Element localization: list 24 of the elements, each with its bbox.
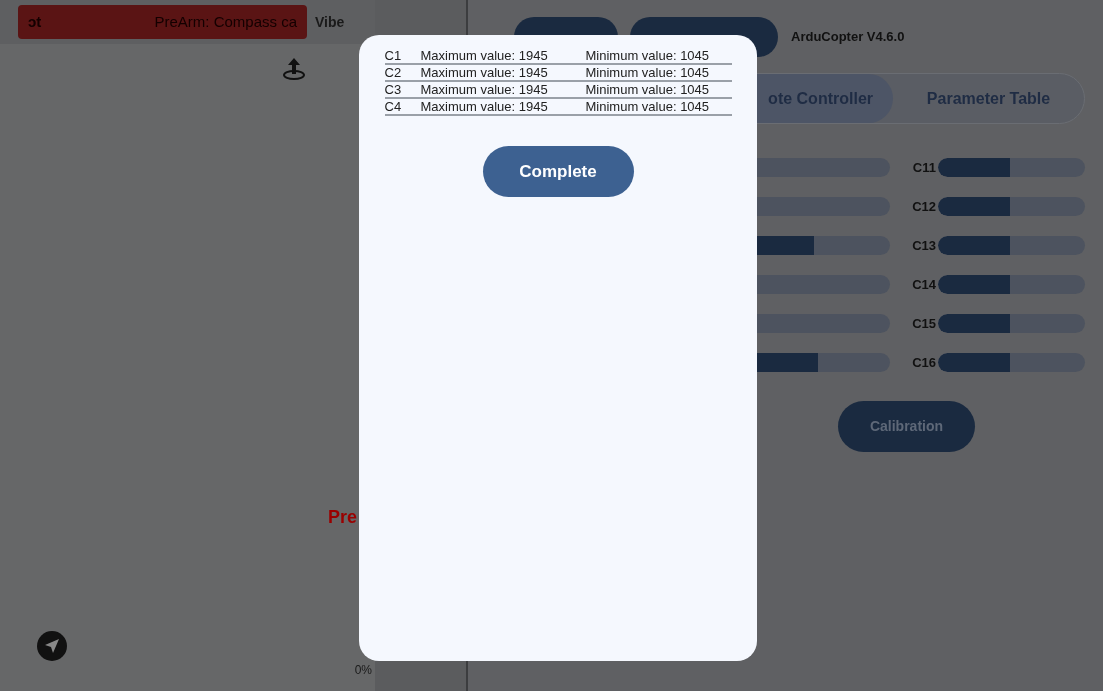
channel-name: C1	[384, 49, 403, 63]
max-value: Maximum value: 1945	[420, 49, 549, 63]
min-value: Minimum value: 1045	[585, 100, 710, 114]
min-value: Minimum value: 1045	[585, 83, 710, 97]
vibe-label: Vibe	[315, 12, 345, 32]
min-value: Minimum value: 1045	[585, 66, 710, 80]
warning-text: Pre	[327, 506, 357, 529]
max-value: Maximum value: 1945	[420, 100, 549, 114]
firmware-version: ArduCopter V4.6.0	[791, 28, 905, 47]
channel-label: C11	[911, 158, 936, 177]
channel-label: C15	[911, 314, 936, 333]
alert-text: ɔt	[28, 11, 42, 32]
max-value: Maximum value: 1945	[420, 66, 549, 80]
channel-name: C4	[384, 100, 403, 114]
progress-text: 0%	[354, 662, 372, 679]
channel-label: C16	[911, 353, 936, 372]
channel-name: C2	[384, 66, 403, 80]
min-value: Minimum value: 1045	[585, 49, 710, 63]
channel-label: C14	[911, 275, 936, 294]
max-value: Maximum value: 1945	[420, 83, 549, 97]
channel-label: C12	[911, 197, 936, 216]
alert-text: PreArm: Compass ca	[154, 11, 297, 32]
channel-name: C3	[384, 83, 403, 97]
channel-label: C13	[911, 236, 936, 255]
